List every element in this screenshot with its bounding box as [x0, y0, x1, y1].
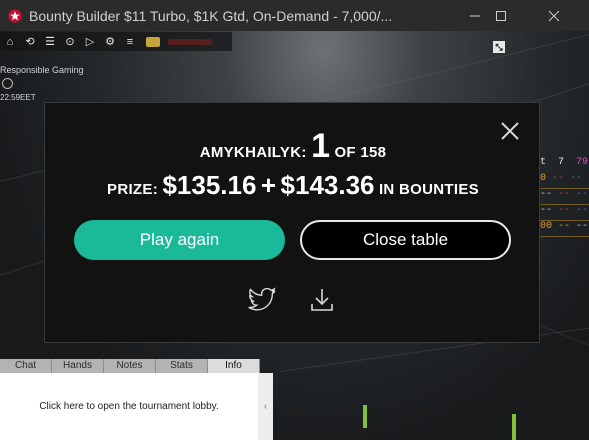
hud-row: -- -- -- [538, 189, 589, 205]
pokerstars-logo-icon [8, 9, 22, 22]
tab-chat[interactable]: Chat [0, 359, 52, 373]
chat-panel: Chat Hands Notes Stats Info Click here t… [0, 359, 273, 440]
hud-cell: -- [558, 205, 571, 216]
hud-header-cell: 7 [558, 157, 565, 168]
download-icon[interactable] [307, 287, 337, 313]
tournament-result-dialog: AMYKHAILYK: 1 OF 158 PRIZE: $135.16 + $1… [44, 102, 540, 343]
finish-position: AMYKHAILYK: 1 OF 158 [45, 127, 541, 166]
tab-info[interactable]: Info [208, 359, 260, 373]
table-toolbar: ⌂ ⟲ ☰ ⊙ ▷ ⚙ ≡ [0, 32, 232, 51]
replay-icon[interactable]: ▷ [82, 35, 98, 48]
hud-header: t 7 79 [538, 157, 589, 173]
home-icon[interactable]: ⌂ [2, 36, 18, 48]
rebuy-icon[interactable]: ⟲ [22, 35, 38, 48]
close-table-button[interactable]: Close table [300, 220, 511, 260]
twitter-icon[interactable] [247, 287, 277, 313]
of-label: OF [334, 144, 356, 161]
chip-stack [363, 405, 367, 428]
progress-bar [168, 38, 212, 45]
window-close-button[interactable] [531, 0, 577, 31]
finish-rank: 1 [311, 127, 330, 165]
play-again-button[interactable]: Play again [74, 220, 285, 260]
hud-cell: -- [576, 221, 589, 232]
lobby-icon[interactable]: ☰ [42, 35, 58, 48]
tab-hands[interactable]: Hands [52, 359, 104, 373]
prize-label: PRIZE: [107, 181, 158, 198]
clock-time: 22:59EET [0, 93, 36, 102]
hud-row: 00 -- -- [538, 221, 589, 237]
close-icon [548, 10, 560, 21]
chips-icon[interactable] [146, 36, 160, 47]
total-players: 158 [360, 144, 387, 161]
hud-cell: -- [576, 189, 589, 200]
plus-sign: + [260, 170, 277, 200]
hud-cell: -- [552, 173, 565, 184]
window-titlebar: Bounty Builder $11 Turbo, $1K Gtd, On-De… [0, 0, 589, 31]
hud-cell: -- [570, 173, 583, 184]
hud-row: -- -- -- [538, 205, 589, 221]
fullscreen-icon[interactable]: ⤡ [493, 41, 505, 53]
hud-row: 0 -- -- [538, 173, 589, 189]
window-title: Bounty Builder $11 Turbo, $1K Gtd, On-De… [29, 7, 393, 24]
hud-cell: -- [558, 189, 571, 200]
hud-stats: t 7 79 0 -- -- -- -- -- -- -- -- 00 -- -… [538, 157, 589, 237]
hud-cell: -- [540, 189, 553, 200]
panel-tabs: Chat Hands Notes Stats Info [0, 359, 273, 373]
bounty-amount: $143.36 [280, 170, 375, 200]
prize-summary: PRIZE: $135.16 + $143.36 IN BOUNTIES [45, 170, 541, 201]
player-name: AMYKHAILYK: [199, 144, 307, 161]
bounties-label: IN BOUNTIES [378, 181, 479, 198]
tab-notes[interactable]: Notes [104, 359, 156, 373]
maximize-icon [496, 10, 506, 21]
info-panel-body[interactable]: Click here to open the tournament lobby. [0, 373, 258, 440]
clock-icon [2, 78, 13, 89]
tab-stats[interactable]: Stats [156, 359, 208, 373]
hud-header-cell: 79 [576, 157, 589, 168]
settings-icon[interactable]: ⚙ [102, 35, 118, 48]
responsible-gaming-link[interactable]: Responsible Gaming [0, 65, 84, 75]
chip-stack [512, 414, 516, 440]
open-lobby-link[interactable]: Click here to open the tournament lobby. [39, 401, 218, 412]
options-icon[interactable]: ⊙ [62, 35, 78, 48]
hud-cell: -- [558, 221, 571, 232]
notes-icon[interactable]: ≡ [122, 36, 138, 48]
hud-cell: -- [576, 205, 589, 216]
maximize-button[interactable] [478, 0, 524, 31]
hud-cell: -- [540, 205, 553, 216]
collapse-panel-button[interactable]: ‹ [258, 373, 273, 440]
hud-cell: 00 [540, 221, 553, 232]
prize-amount: $135.16 [162, 170, 257, 200]
